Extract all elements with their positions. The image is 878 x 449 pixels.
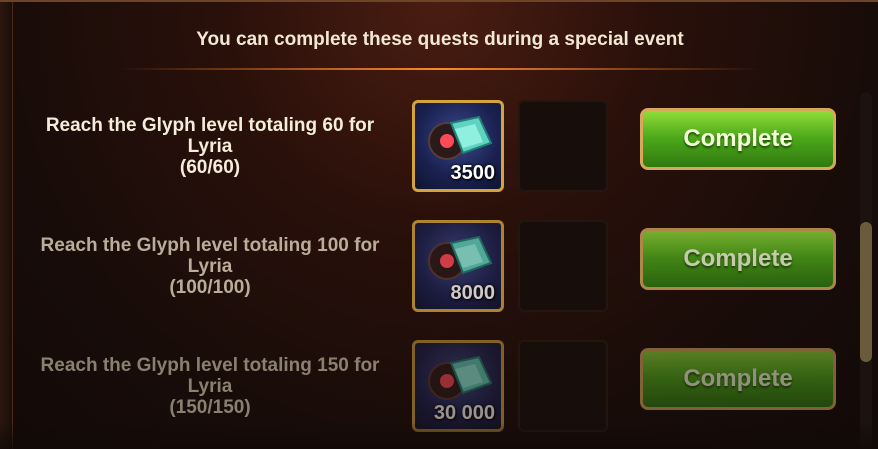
- quest-description: Reach the Glyph level totaling 60 for Ly…: [20, 96, 400, 196]
- quest-target: Lyria: [187, 375, 233, 397]
- reward-amount: 3500: [450, 162, 496, 184]
- reward-slot[interactable]: 8000: [412, 220, 504, 312]
- quest-progress: (60/60): [179, 156, 241, 178]
- empty-reward-slot: [518, 220, 608, 312]
- quest-row: Reach the Glyph level totaling 100 for L…: [0, 216, 860, 316]
- glyph-crystal-icon: [425, 115, 497, 165]
- scrollbar-thumb[interactable]: [860, 222, 872, 362]
- glyph-crystal-icon: [425, 235, 497, 285]
- quest-progress: (150/150): [169, 396, 251, 418]
- quest-title: Reach the Glyph level totaling 100 for: [40, 234, 380, 256]
- complete-button[interactable]: Complete: [640, 348, 836, 410]
- empty-reward-slot: [518, 100, 608, 192]
- quest-target: Lyria: [187, 135, 233, 157]
- quest-target: Lyria: [187, 255, 233, 277]
- panel-header: You can complete these quests during a s…: [196, 29, 684, 50]
- header-divider: [120, 68, 760, 70]
- glyph-crystal-icon: [425, 355, 497, 405]
- reward-slot[interactable]: 30 000: [412, 340, 504, 432]
- reward-slot[interactable]: 3500: [412, 100, 504, 192]
- reward-amount: 8000: [450, 282, 496, 304]
- empty-reward-slot: [518, 340, 608, 432]
- quest-description: Reach the Glyph level totaling 150 for L…: [20, 336, 400, 436]
- complete-button[interactable]: Complete: [640, 108, 836, 170]
- complete-button[interactable]: Complete: [640, 228, 836, 290]
- quest-row: Reach the Glyph level totaling 60 for Ly…: [0, 96, 860, 196]
- quest-row: Reach the Glyph level totaling 150 for L…: [0, 336, 860, 436]
- quest-panel: You can complete these quests during a s…: [0, 0, 878, 449]
- quest-description: Reach the Glyph level totaling 100 for L…: [20, 216, 400, 316]
- reward-amount: 30 000: [433, 402, 495, 424]
- quest-title: Reach the Glyph level totaling 150 for: [40, 354, 380, 376]
- quest-title: Reach the Glyph level totaling 60 for: [45, 114, 375, 136]
- quest-progress: (100/100): [169, 276, 251, 298]
- scrollbar-track[interactable]: [860, 92, 872, 449]
